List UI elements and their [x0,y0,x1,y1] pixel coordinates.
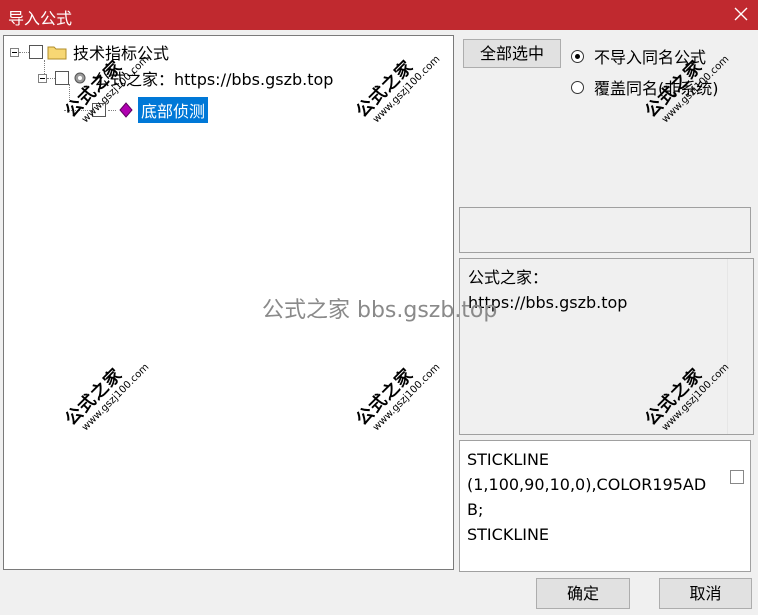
item-checkbox[interactable] [92,103,106,117]
tree-node-group[interactable]: 公式之家：https://bbs.gszb.top [38,66,333,90]
code-checkbox[interactable] [730,470,744,484]
collapse-toggle[interactable] [10,47,19,57]
code-line-2: (1,100,90,10,0),COLOR195AD [467,475,707,494]
group-checkbox[interactable] [55,71,69,85]
radio-skip-label: 不导入同名公式 [594,48,707,67]
collapse-toggle[interactable] [38,73,47,83]
description-scrollbar[interactable] [727,259,753,434]
tree-item-label: 底部侦测 [138,97,209,123]
tree-root-label: 技术指标公式 [73,44,170,63]
code-line-3: B; [467,500,484,519]
close-icon[interactable] [730,3,752,25]
code-box[interactable]: STICKLINE (1,100,90,10,0),COLOR195AD B; … [459,440,751,572]
tree-node-item[interactable]: 底部侦测 [64,97,209,123]
radio-skip-duplicates[interactable]: 不导入同名公式 [571,44,706,68]
window-title: 导入公式 [8,9,73,28]
code-line-4: STICKLINE [467,525,550,544]
gear-icon [72,70,88,86]
select-all-button[interactable]: 全部选中 [463,39,561,68]
description-box: 公式之家： https://bbs.gszb.top [459,258,754,435]
description-line-1: 公式之家： [468,268,549,287]
folder-icon [47,44,67,60]
formula-tree[interactable]: 技术指标公式 公式之家：https://bbs.gszb.top 底部侦测 [3,35,454,570]
tree-group-label: 公式之家：https://bbs.gszb.top [94,70,334,89]
radio-skip-indicator[interactable] [571,49,584,63]
root-checkbox[interactable] [29,45,43,59]
description-line-2: https://bbs.gszb.top [468,293,628,312]
radio-overwrite[interactable]: 覆盖同名(非系统) [571,75,719,99]
tree-node-root[interactable]: 技术指标公式 [10,40,169,64]
cancel-button[interactable]: 取消 [659,578,752,609]
ok-button[interactable]: 确定 [536,578,630,609]
info-field [459,207,751,253]
radio-overwrite-label: 覆盖同名(非系统) [594,79,719,98]
formula-icon [118,102,134,118]
title-bar: 导入公式 [0,0,758,30]
code-line-1: STICKLINE [467,450,550,469]
radio-overwrite-indicator[interactable] [571,80,584,94]
